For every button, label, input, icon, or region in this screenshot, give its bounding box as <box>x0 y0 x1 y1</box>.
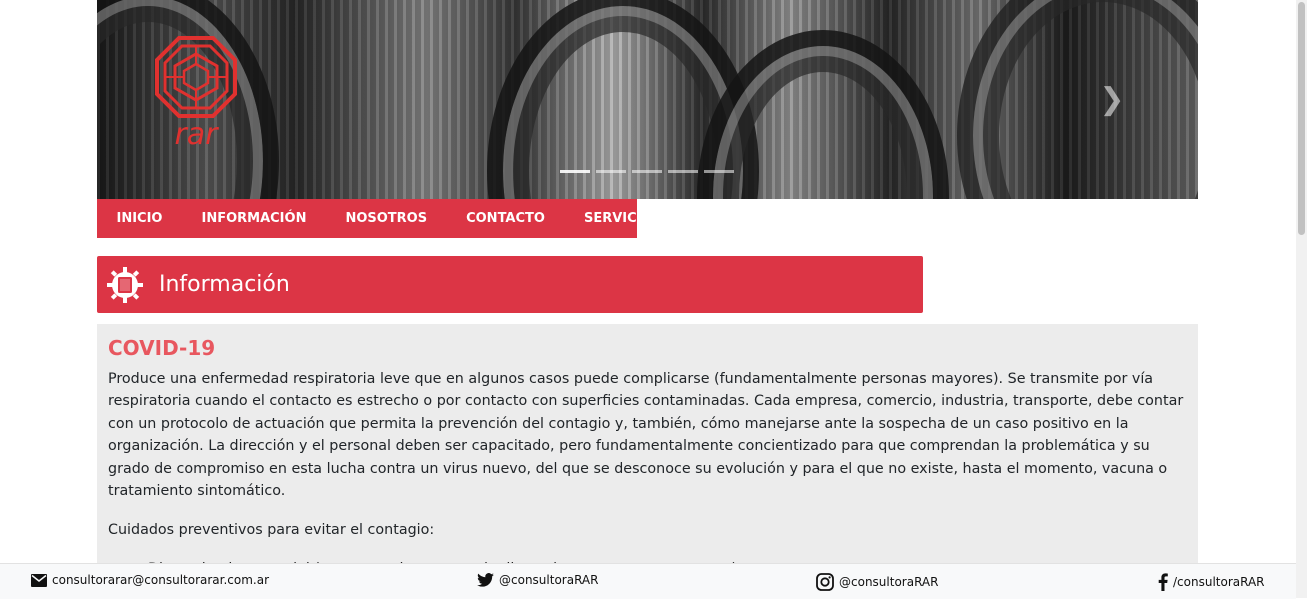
nav-item-contacto[interactable]: CONTACTO <box>447 199 565 238</box>
main-nav: INICIO INFORMACIÓN NOSOTROS CONTACTO SER… <box>97 199 662 238</box>
facebook-icon <box>1158 573 1168 591</box>
footer-email[interactable]: consultorarar@consultorarar.com.ar <box>31 573 269 587</box>
content-panel: COVID-19 Produce una enfermedad respirat… <box>97 324 1198 584</box>
carousel-indicator[interactable] <box>704 170 734 173</box>
instagram-icon <box>816 573 834 591</box>
hero-image-tire <box>957 0 1198 199</box>
section-header: Información <box>97 256 923 313</box>
nav-item-informacion[interactable]: INFORMACIÓN <box>182 199 326 238</box>
content-paragraph: Produce una enfermedad respiratoria leve… <box>108 371 1184 500</box>
twitter-icon <box>477 573 494 587</box>
footer-twitter-text: @consultoraRAR <box>499 573 599 587</box>
content-intro: Cuidados preventivos para evitar el cont… <box>108 522 435 539</box>
carousel-next-icon[interactable]: ❯ <box>1098 85 1126 115</box>
nav-item-inicio[interactable]: INICIO <box>97 199 182 238</box>
footer-instagram[interactable]: @consultoraRAR <box>816 573 938 591</box>
content-heading: COVID-19 <box>108 336 216 360</box>
carousel-indicator[interactable] <box>668 170 698 173</box>
carousel-indicators <box>560 170 734 173</box>
book-gear-icon <box>107 266 143 303</box>
footer-email-text: consultorarar@consultorarar.com.ar <box>52 573 270 587</box>
page-container: rar ❯ INICIO INFORMACIÓN NOSOTROS CONTAC… <box>97 0 1198 584</box>
carousel-indicator[interactable] <box>560 170 590 173</box>
footer-instagram-text: @consultoraRAR <box>839 575 939 589</box>
nav-item-nosotros[interactable]: NOSOTROS <box>326 199 447 238</box>
scrollbar-thumb[interactable] <box>1298 2 1305 235</box>
section-title: Información <box>159 272 290 297</box>
rar-logo[interactable]: rar <box>155 36 237 148</box>
nav-item-servicios[interactable]: SERVICIOS <box>564 199 681 238</box>
carousel-indicator[interactable] <box>596 170 626 173</box>
contact-footer: consultorarar@consultorarar.com.ar @cons… <box>0 563 1296 599</box>
footer-twitter[interactable]: @consultoraRAR <box>477 573 598 587</box>
footer-facebook-text: /consultoraRAR <box>1173 575 1265 589</box>
hero-image-tire <box>697 30 949 199</box>
footer-facebook[interactable]: /consultoraRAR <box>1158 573 1265 591</box>
logo-text: rar <box>174 117 219 148</box>
mail-icon <box>31 573 47 587</box>
hero-carousel: rar ❯ <box>97 0 1198 199</box>
page-scrollbar[interactable] <box>1296 0 1307 598</box>
carousel-indicator[interactable] <box>632 170 662 173</box>
